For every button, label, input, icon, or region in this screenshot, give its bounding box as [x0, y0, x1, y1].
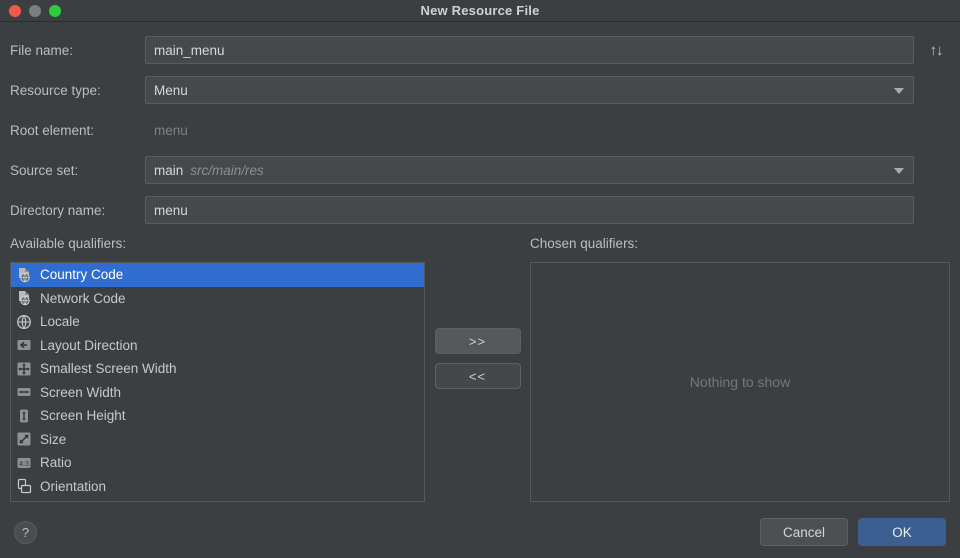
chosen-qualifiers-label: Chosen qualifiers: [530, 236, 950, 254]
directory-name-row: Directory name: menu [0, 196, 960, 224]
qualifier-list-item[interactable]: Layout Direction [11, 334, 424, 358]
globe-icon [16, 314, 32, 330]
sort-toggle-icon[interactable]: ↑↓ [922, 36, 950, 64]
title-bar: New Resource File [0, 0, 960, 22]
qualifier-list-item[interactable]: Smallest Screen Width [11, 357, 424, 381]
source-set-path: src/main/res [190, 163, 264, 178]
qualifier-label: Country Code [40, 267, 123, 282]
qualifier-list-item[interactable]: Locale [11, 310, 424, 334]
qualifier-label: Layout Direction [40, 338, 138, 353]
source-set-value: main [154, 163, 183, 178]
zoom-window-button[interactable] [49, 5, 61, 17]
chosen-qualifiers-list[interactable]: Nothing to show [530, 262, 950, 502]
resource-type-value: Menu [154, 83, 188, 98]
new-resource-file-dialog: New Resource File File name: main_menu ↑… [0, 0, 960, 558]
ratio-icon: 4:3 [16, 455, 32, 471]
qualifier-label: Network Code [40, 291, 126, 306]
country-code-icon [16, 267, 32, 283]
qualifier-label: Orientation [40, 479, 106, 494]
qualifier-list-item[interactable]: Network Code [11, 287, 424, 311]
arrow-vertical-icon [16, 408, 32, 424]
help-button[interactable]: ? [14, 521, 37, 544]
orientation-icon [16, 478, 32, 494]
root-element-row: Root element: menu [0, 116, 960, 144]
spacer-slot [922, 76, 950, 104]
qualifier-list-item[interactable]: Screen Height [11, 404, 424, 428]
resource-type-row: Resource type: Menu [0, 76, 960, 104]
dialog-footer: ? Cancel OK [0, 506, 960, 558]
available-qualifiers-list[interactable]: Country Code Network Code Locale Layout Dir… [10, 262, 425, 502]
qualifiers-section: Available qualifiers: Country Code Networ… [0, 236, 960, 502]
window-controls [0, 5, 61, 17]
cancel-button[interactable]: Cancel [760, 518, 848, 546]
qualifier-label: Screen Width [40, 385, 121, 400]
available-qualifiers-column: Available qualifiers: Country Code Networ… [10, 236, 425, 502]
spacer-slot [922, 196, 950, 224]
root-element-label: Root element: [10, 123, 145, 138]
file-name-input[interactable]: main_menu [145, 36, 914, 64]
source-set-select[interactable]: main src/main/res [145, 156, 914, 184]
resource-type-select[interactable]: Menu [145, 76, 914, 104]
diagonal-arrow-icon [16, 431, 32, 447]
window-title: New Resource File [0, 3, 960, 18]
qualifier-list-item[interactable]: Orientation [11, 475, 424, 499]
arrow-horizontal-icon [16, 384, 32, 400]
ok-button[interactable]: OK [858, 518, 946, 546]
spacer-slot [922, 156, 950, 184]
file-name-label: File name: [10, 43, 145, 58]
qualifier-list-item[interactable]: Size [11, 428, 424, 452]
qualifier-list-item[interactable]: Country Code [11, 263, 424, 287]
directory-name-label: Directory name: [10, 203, 145, 218]
qualifier-label: Size [40, 432, 66, 447]
qualifier-list-item[interactable]: Screen Width [11, 381, 424, 405]
network-code-icon [16, 290, 32, 306]
nothing-to-show-text: Nothing to show [690, 374, 790, 390]
close-window-button[interactable] [9, 5, 21, 17]
root-element-value: menu [145, 123, 188, 138]
add-qualifier-button[interactable]: >> [435, 328, 521, 354]
source-set-label: Source set: [10, 163, 145, 178]
chevron-down-icon [894, 168, 904, 174]
source-set-row: Source set: main src/main/res [0, 156, 960, 184]
qualifier-list-item[interactable]: 4:3 Ratio [11, 451, 424, 475]
chevron-down-icon [894, 88, 904, 94]
directory-name-input[interactable]: menu [145, 196, 914, 224]
resource-type-label: Resource type: [10, 83, 145, 98]
arrow-left-icon [16, 337, 32, 353]
chosen-qualifiers-column: Chosen qualifiers: Nothing to show [530, 236, 950, 502]
available-qualifiers-label: Available qualifiers: [10, 236, 425, 254]
transfer-buttons: >> << [425, 236, 530, 502]
remove-qualifier-button[interactable]: << [435, 363, 521, 389]
svg-text:4:3: 4:3 [19, 461, 29, 468]
qualifier-label: Locale [40, 314, 80, 329]
four-way-arrow-icon [16, 361, 32, 377]
file-name-row: File name: main_menu ↑↓ [0, 36, 960, 64]
qualifier-label: Screen Height [40, 408, 126, 423]
resource-form: File name: main_menu ↑↓ Resource type: M… [0, 22, 960, 224]
minimize-window-button[interactable] [29, 5, 41, 17]
qualifier-label: Smallest Screen Width [40, 361, 177, 376]
qualifier-label: Ratio [40, 455, 72, 470]
